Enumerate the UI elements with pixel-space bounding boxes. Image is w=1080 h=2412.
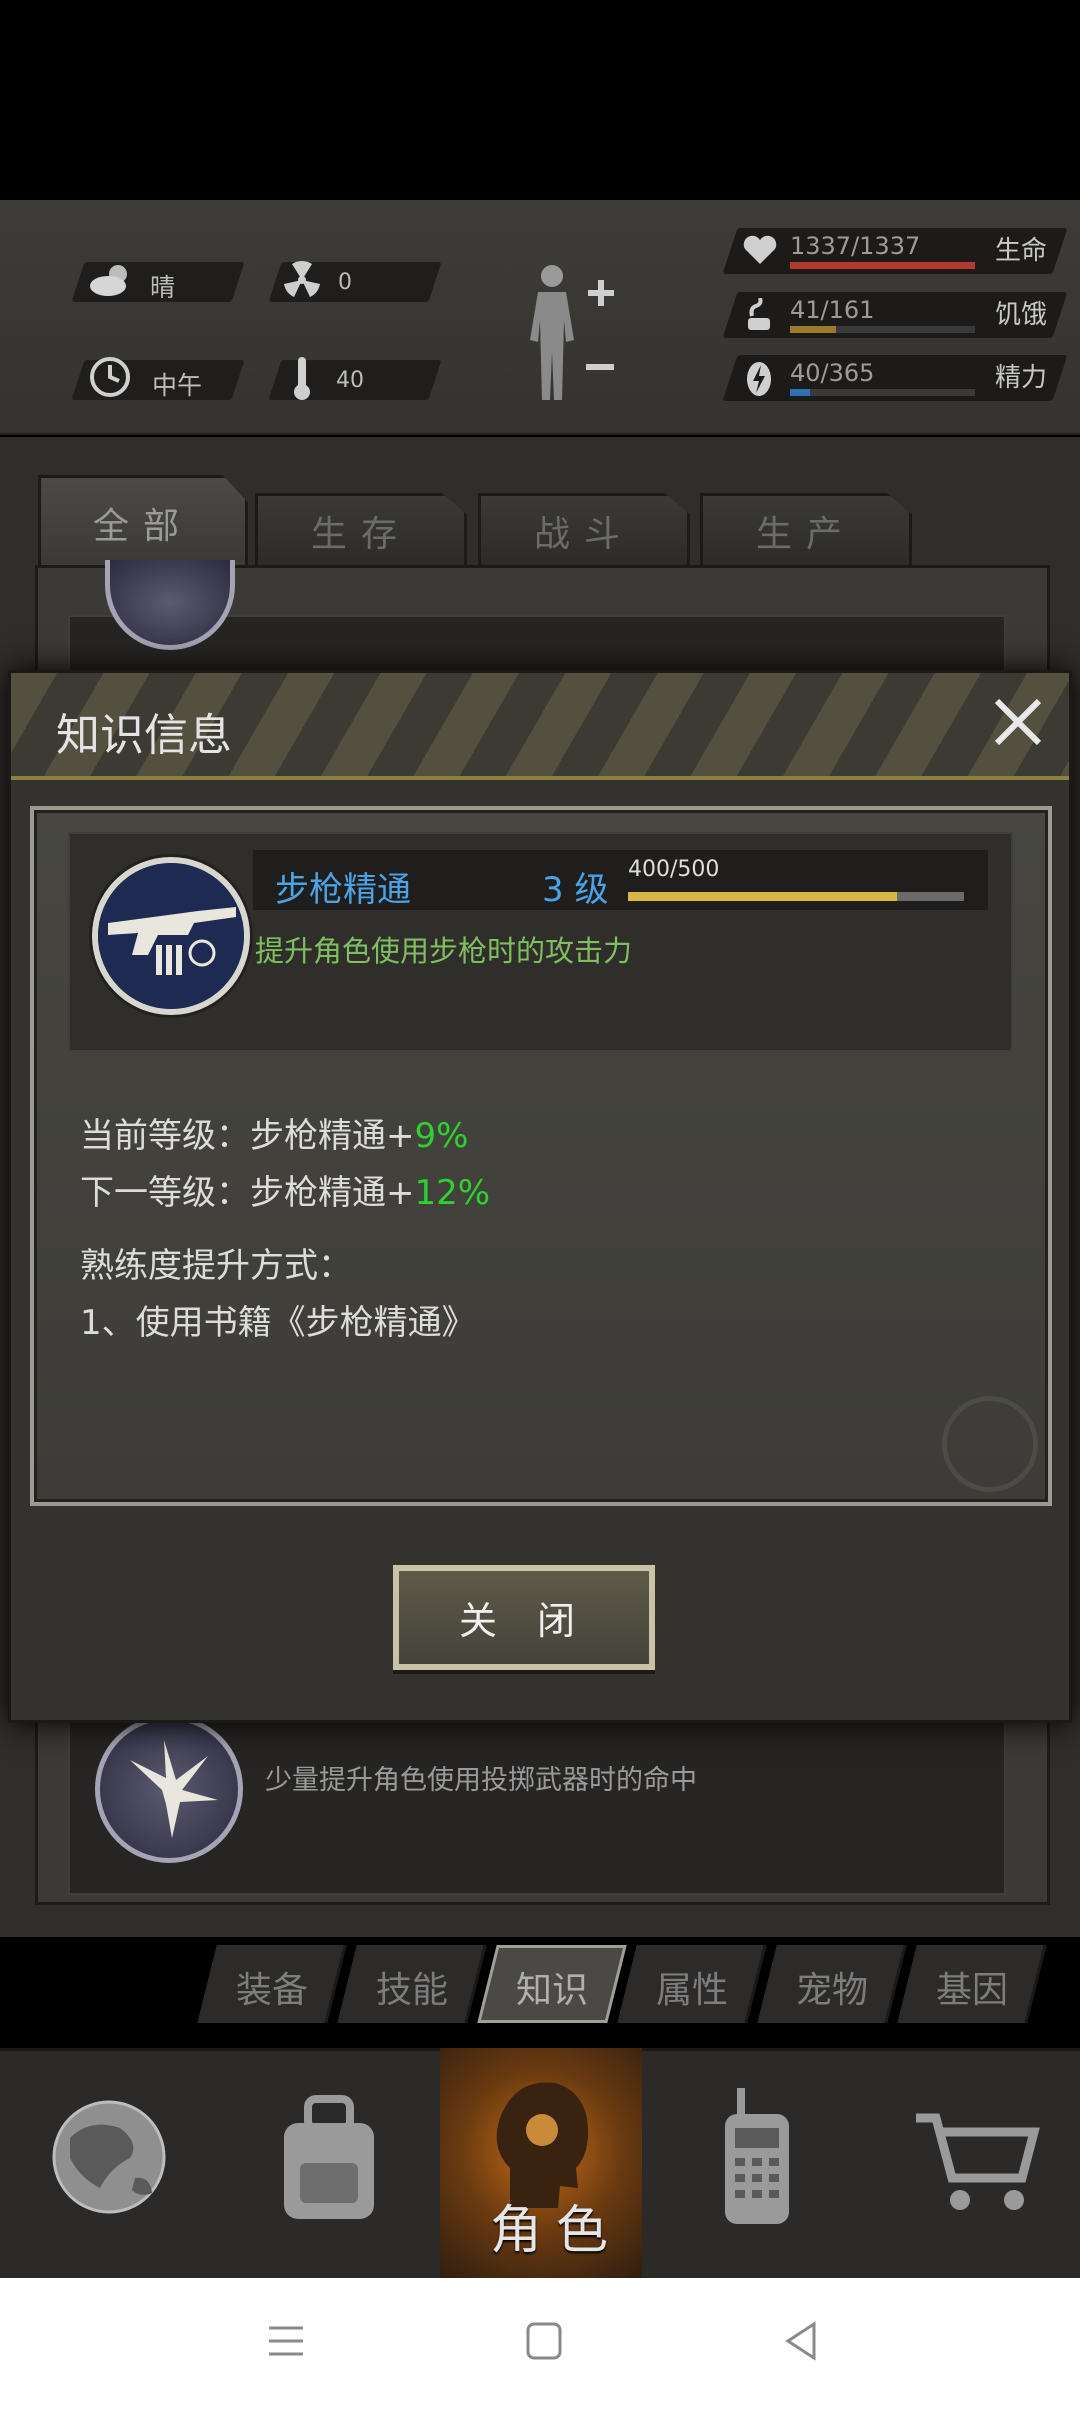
- skill-name: 步枪精通: [275, 870, 411, 910]
- radiation-icon: [284, 260, 320, 297]
- dialog-header: 知识信息: [11, 673, 1069, 780]
- nav-map[interactable]: [0, 2048, 215, 2278]
- current-level-line: 当前等级：步枪精通+9%: [80, 1116, 469, 1156]
- list-item-description: 少量提升角色使用投掷武器时的命中: [265, 1765, 697, 1796]
- radiation-text: 0: [338, 270, 352, 295]
- nav-backpack[interactable]: [215, 2048, 440, 2278]
- close-button[interactable]: 关 闭: [393, 1565, 655, 1670]
- clock-icon: [90, 357, 130, 397]
- radiation-watermark-icon: [942, 1396, 1038, 1492]
- back-icon[interactable]: [782, 2320, 822, 2362]
- tab-combat[interactable]: 战斗: [478, 493, 690, 565]
- menu-icon[interactable]: [265, 2320, 307, 2362]
- temperature-text: 40: [336, 368, 364, 393]
- hunger-stat: 41/161 饥饿: [722, 292, 1068, 338]
- skill-exp-bar: [628, 892, 964, 901]
- energy-bar-fill: [790, 389, 811, 396]
- upgrade-method-title: 熟练度提升方式：: [80, 1246, 352, 1286]
- sub-tab-bar: 装备 技能 知识 属性 宠物 基因: [195, 1945, 1065, 2023]
- status-hud: 晴 0 中午 40 1337/1337 生命 41/161 饥饿 40/365 …: [0, 200, 1080, 435]
- rifle-icon: [98, 863, 244, 1009]
- nav-character-label: 角色: [490, 2201, 623, 2261]
- skill-description: 提升角色使用步枪时的攻击力: [255, 934, 633, 968]
- home-icon[interactable]: [524, 2320, 564, 2362]
- health-stat: 1337/1337 生命: [722, 228, 1068, 274]
- thermometer-icon: [294, 357, 310, 400]
- health-bar-fill: [790, 262, 975, 269]
- explosion-icon: [130, 1740, 218, 1838]
- globe-icon: [52, 2100, 166, 2214]
- upgrade-method-item: 1、使用书籍《步枪精通》: [80, 1303, 476, 1343]
- nav-shop[interactable]: [862, 2048, 1080, 2278]
- skill-level: 3 级: [542, 870, 609, 910]
- close-icon[interactable]: [989, 693, 1047, 751]
- radio-icon: [725, 2088, 789, 2224]
- tab-survival[interactable]: 生存: [255, 493, 467, 565]
- hunger-bar-fill: [790, 326, 837, 333]
- skill-exp-fill: [628, 892, 897, 901]
- energy-stat: 40/365 精力: [722, 355, 1068, 401]
- cloud-sun-icon: [90, 265, 127, 296]
- current-level-value: 9%: [414, 1116, 469, 1156]
- skill-badge: [92, 857, 250, 1015]
- nav-radio[interactable]: [642, 2048, 862, 2278]
- explosion-skill-badge: [95, 1715, 243, 1863]
- tab-production[interactable]: 生产: [700, 493, 912, 565]
- food-icon: [748, 298, 770, 330]
- skill-exp-text: 400/500: [628, 857, 720, 882]
- backpack-icon: [284, 2095, 374, 2219]
- tab-all[interactable]: 全部: [38, 475, 248, 567]
- time-text: 中午: [152, 371, 203, 400]
- body-status-button[interactable]: [520, 260, 620, 410]
- heart-icon: [743, 235, 777, 264]
- weather-text: 晴: [150, 273, 176, 302]
- dialog-title: 知识信息: [56, 710, 232, 761]
- energy-icon: [747, 362, 771, 396]
- next-level-line: 下一等级：步枪精通+12%: [80, 1173, 491, 1213]
- game-screen: 晴 0 中午 40 1337/1337 生命 41/161 饥饿 40/365 …: [0, 0, 1080, 2412]
- next-level-value: 12%: [414, 1173, 491, 1213]
- cart-icon: [916, 2113, 1040, 2210]
